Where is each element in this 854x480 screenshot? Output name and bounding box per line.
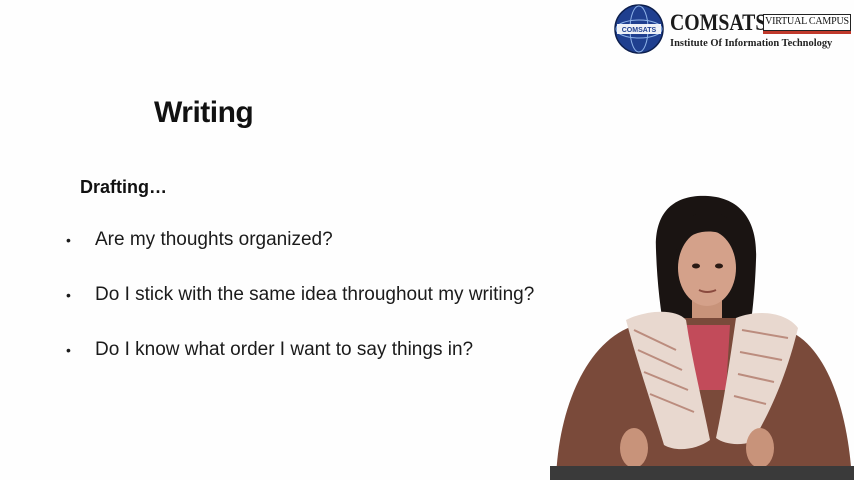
comsats-logo: COMSATS COMSATS VIRTUAL CAMPUS Institute… [614, 4, 851, 56]
logo-badge-underline [763, 31, 851, 34]
presenter-figure [550, 195, 854, 480]
slide-subheading: Drafting… [80, 177, 167, 197]
slide: COMSATS COMSATS VIRTUAL CAMPUS Institute… [0, 0, 854, 480]
bullet-dot-icon: • [66, 287, 71, 303]
bullet-text: Do I stick with the same idea throughout… [95, 284, 535, 305]
globe-emblem-icon: COMSATS [614, 4, 664, 54]
logo-brand-name: COMSATS [670, 10, 767, 35]
bullet-text: Are my thoughts organized? [95, 229, 333, 250]
slide-title: Writing [154, 96, 254, 129]
bullet-item: • Do I stick with the same idea througho… [66, 281, 536, 309]
bullet-text: Do I know what order I want to say thing… [95, 339, 474, 360]
bullet-dot-icon: • [66, 232, 71, 248]
logo-subtitle: Institute Of Information Technology [670, 37, 833, 49]
bullet-item: • Do I know what order I want to say thi… [66, 336, 536, 364]
bullet-list: • Are my thoughts organized? • Do I stic… [66, 226, 536, 364]
emblem-text: COMSATS [622, 27, 657, 34]
logo-virtual-campus-badge: VIRTUAL CAMPUS [763, 14, 851, 31]
bullet-item: • Are my thoughts organized? [66, 226, 536, 254]
presenter-video [526, 190, 854, 480]
bullet-dot-icon: • [66, 342, 71, 358]
